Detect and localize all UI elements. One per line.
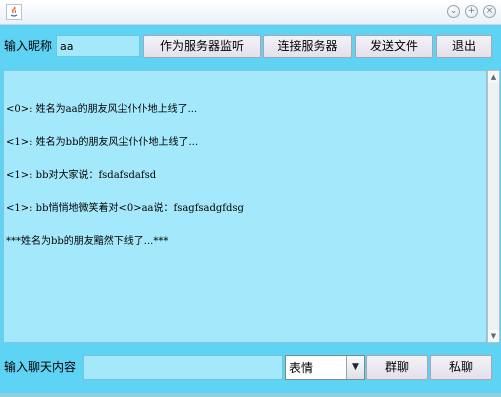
message-line: <0>: 姓名为aa的朋友风尘仆仆地上线了... [6,104,198,115]
scroll-up-icon[interactable]: ▲ [488,71,499,83]
compose-label: 输入聊天内容 [4,360,77,374]
title-bar: ⌄ + × [0,0,501,25]
message-line: <1>: bb悄悄地微笑着对<0>aa说：fsagfsadgfdsg [6,203,244,214]
window-bottom-edge [0,393,501,397]
nickname-input[interactable] [56,35,140,57]
chevron-down-icon[interactable]: ▼ [346,356,364,379]
send-file-button[interactable]: 发送文件 [355,35,433,58]
nickname-label: 输入昵称 [4,39,53,53]
top-toolbar: 输入昵称 作为服务器监听 连接服务器 发送文件 退出 [0,34,501,58]
exit-button[interactable]: 退出 [436,35,492,58]
compose-bar: 输入聊天内容 表情 ▼ 群聊 私聊 [0,353,501,381]
emoji-select[interactable]: 表情 ▼ [285,355,365,380]
message-line: <1>: 姓名为bb的朋友风尘仆仆地上线了... [6,137,199,148]
vertical-scrollbar[interactable]: ▲ ▼ [487,70,500,343]
chat-message-input[interactable] [83,355,283,380]
connect-server-button[interactable]: 连接服务器 [263,35,352,58]
group-chat-button[interactable]: 群聊 [366,355,428,380]
private-chat-button[interactable]: 私聊 [430,355,492,380]
listen-server-button[interactable]: 作为服务器监听 [143,35,261,58]
message-list: <0>: 姓名为aa的朋友风尘仆仆地上线了... <1>: 姓名为bb的朋友风尘… [6,82,244,269]
message-line: ***姓名为bb的朋友黯然下线了...*** [6,236,169,247]
maximize-button[interactable]: + [465,5,478,18]
message-line: <1>: bb对大家说：fsdafsdafsd [6,170,157,181]
emoji-select-value: 表情 [289,361,314,375]
chat-transcript[interactable]: <0>: 姓名为aa的朋友风尘仆仆地上线了... <1>: 姓名为bb的朋友风尘… [3,70,487,343]
close-button[interactable]: × [483,5,496,18]
scroll-down-icon[interactable]: ▼ [488,330,499,342]
java-app-icon [6,4,22,20]
minimize-button[interactable]: ⌄ [447,5,460,18]
